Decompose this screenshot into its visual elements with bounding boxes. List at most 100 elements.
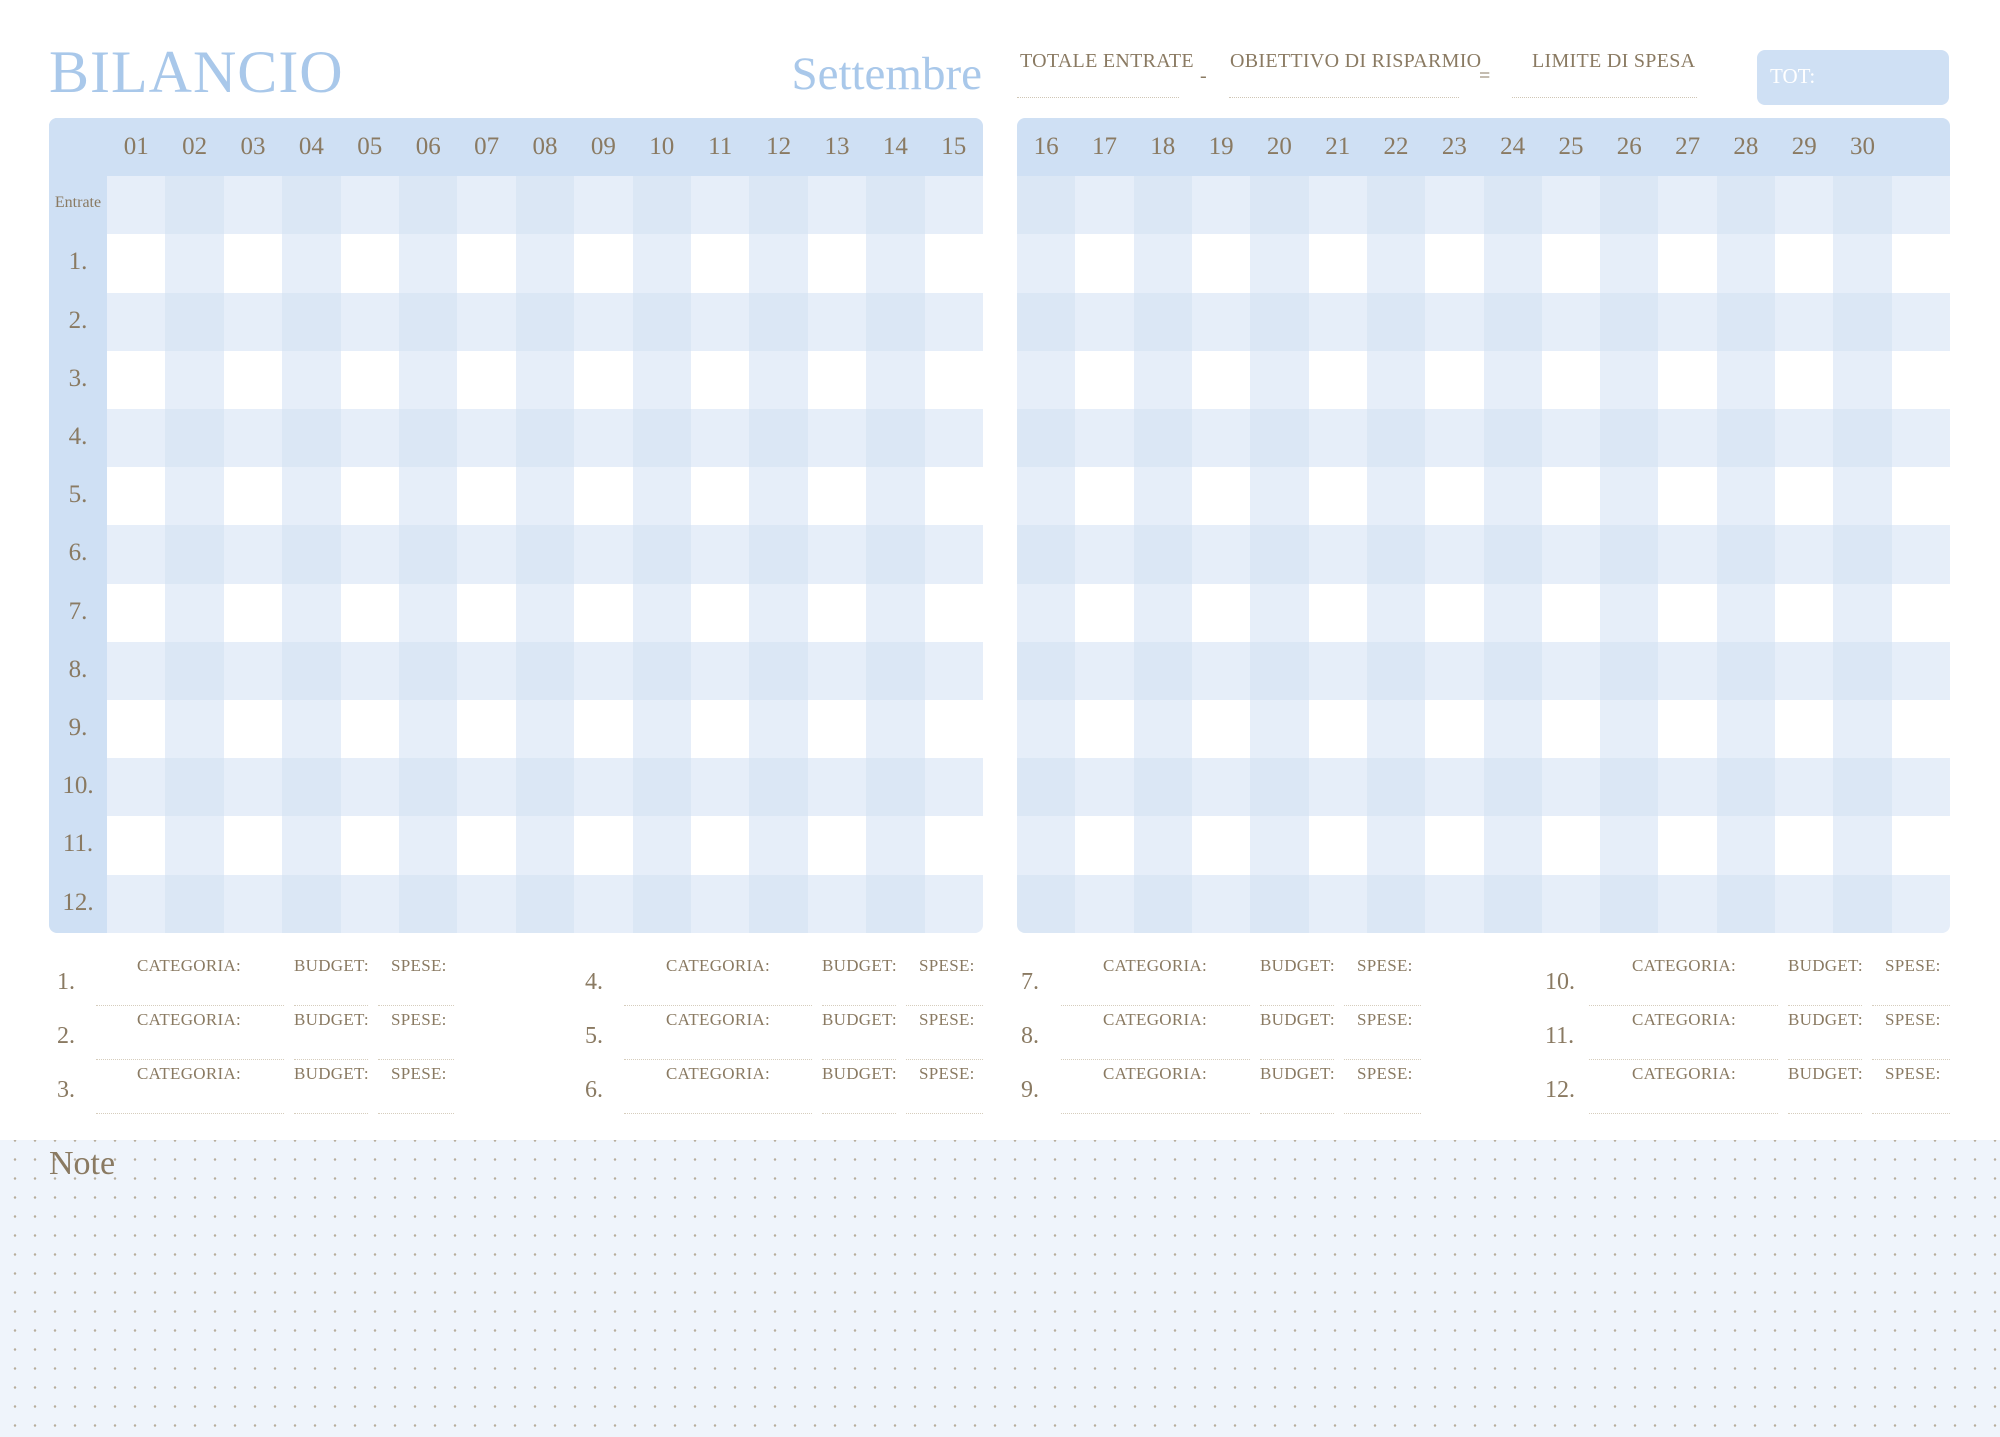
expense-cell[interactable] <box>399 641 458 701</box>
expense-cell[interactable] <box>632 409 692 468</box>
expense-cell[interactable] <box>1716 816 1776 876</box>
expense-cell[interactable] <box>1716 641 1776 701</box>
expense-cell[interactable] <box>457 641 517 701</box>
expense-cell[interactable] <box>457 874 517 933</box>
expense-cell[interactable] <box>1308 700 1368 759</box>
expense-cell[interactable] <box>1133 583 1193 643</box>
notes-area[interactable] <box>0 1140 2000 1437</box>
expense-cell[interactable] <box>1191 874 1251 933</box>
expense-cell[interactable] <box>1716 874 1776 933</box>
expense-cell[interactable] <box>691 350 750 410</box>
expense-cell[interactable] <box>1191 641 1251 701</box>
expense-cell[interactable] <box>1891 525 1950 585</box>
expense-cell[interactable] <box>574 874 634 933</box>
expense-cell[interactable] <box>1716 525 1776 585</box>
expense-cell[interactable] <box>1541 700 1601 759</box>
expense-cell[interactable] <box>223 350 283 410</box>
expense-cell[interactable] <box>632 234 692 294</box>
expense-cell[interactable] <box>1308 292 1368 352</box>
expense-cell[interactable] <box>1075 758 1135 817</box>
expense-cell[interactable] <box>574 409 634 468</box>
expense-cell[interactable] <box>1250 292 1310 352</box>
expense-cell[interactable] <box>1133 292 1193 352</box>
category-field[interactable] <box>1589 1059 1778 1060</box>
expense-cell[interactable] <box>1075 583 1135 643</box>
expense-cell[interactable] <box>1716 350 1776 410</box>
expense-cell[interactable] <box>223 292 283 352</box>
expense-cell[interactable] <box>1891 816 1950 876</box>
expense-cell[interactable] <box>107 467 166 526</box>
expense-cell[interactable] <box>1600 467 1659 526</box>
expense-cell[interactable] <box>1600 758 1659 817</box>
expense-cell[interactable] <box>107 350 166 410</box>
expense-cell[interactable] <box>515 816 575 876</box>
budget-field[interactable] <box>1260 1113 1334 1114</box>
expense-cell[interactable] <box>632 816 692 876</box>
expense-cell[interactable] <box>340 525 400 585</box>
expense-cell[interactable] <box>1658 234 1718 294</box>
expense-cell[interactable] <box>924 525 983 585</box>
expense-cell[interactable] <box>457 816 517 876</box>
income-cell[interactable] <box>223 176 283 235</box>
expense-cell[interactable] <box>866 816 926 876</box>
expense-cell[interactable] <box>399 525 458 585</box>
expense-cell[interactable] <box>1425 816 1484 876</box>
expense-cell[interactable] <box>1600 816 1659 876</box>
expense-cell[interactable] <box>1425 234 1484 294</box>
expense-cell[interactable] <box>1366 409 1426 468</box>
expense-cell[interactable] <box>866 525 926 585</box>
income-cell[interactable] <box>924 176 983 235</box>
expense-cell[interactable] <box>574 700 634 759</box>
budget-field[interactable] <box>294 1059 368 1060</box>
expense-cell[interactable] <box>1541 583 1601 643</box>
expense-cell[interactable] <box>1191 234 1251 294</box>
expense-cell[interactable] <box>574 758 634 817</box>
expense-cell[interactable] <box>866 292 926 352</box>
expense-cell[interactable] <box>866 409 926 468</box>
expense-cell[interactable] <box>1775 816 1834 876</box>
income-cell[interactable] <box>1716 176 1776 235</box>
expense-cell[interactable] <box>1775 758 1834 817</box>
expense-cell[interactable] <box>632 874 692 933</box>
spese-field[interactable] <box>1872 1059 1950 1060</box>
expense-cell[interactable] <box>1191 583 1251 643</box>
expense-cell[interactable] <box>1366 234 1426 294</box>
expense-cell[interactable] <box>1075 409 1135 468</box>
expense-cell[interactable] <box>1250 467 1310 526</box>
expense-cell[interactable] <box>399 467 458 526</box>
expense-cell[interactable] <box>1658 583 1718 643</box>
expense-cell[interactable] <box>1133 467 1193 526</box>
expense-cell[interactable] <box>1425 583 1484 643</box>
expense-cell[interactable] <box>1891 641 1950 701</box>
expense-cell[interactable] <box>515 583 575 643</box>
expense-cell[interactable] <box>924 350 983 410</box>
expense-cell[interactable] <box>807 234 867 294</box>
expense-cell[interactable] <box>1075 467 1135 526</box>
expense-cell[interactable] <box>1075 816 1135 876</box>
expense-cell[interactable] <box>1775 234 1834 294</box>
expense-cell[interactable] <box>1658 816 1718 876</box>
expense-cell[interactable] <box>340 758 400 817</box>
expense-cell[interactable] <box>340 234 400 294</box>
expense-cell[interactable] <box>223 525 283 585</box>
expense-cell[interactable] <box>1716 234 1776 294</box>
income-cell[interactable] <box>1425 176 1484 235</box>
income-cell[interactable] <box>1250 176 1310 235</box>
expense-cell[interactable] <box>632 758 692 817</box>
expense-cell[interactable] <box>1133 525 1193 585</box>
expense-cell[interactable] <box>632 467 692 526</box>
expense-cell[interactable] <box>1308 234 1368 294</box>
expense-cell[interactable] <box>107 234 166 294</box>
expense-cell[interactable] <box>924 467 983 526</box>
expense-cell[interactable] <box>1133 641 1193 701</box>
expense-cell[interactable] <box>1366 583 1426 643</box>
expense-cell[interactable] <box>1250 525 1310 585</box>
spese-field[interactable] <box>906 1113 983 1114</box>
expense-cell[interactable] <box>1366 525 1426 585</box>
expense-cell[interactable] <box>749 583 809 643</box>
expense-cell[interactable] <box>807 816 867 876</box>
expense-cell[interactable] <box>1366 700 1426 759</box>
expense-cell[interactable] <box>1541 525 1601 585</box>
expense-cell[interactable] <box>749 874 809 933</box>
expense-cell[interactable] <box>1366 641 1426 701</box>
